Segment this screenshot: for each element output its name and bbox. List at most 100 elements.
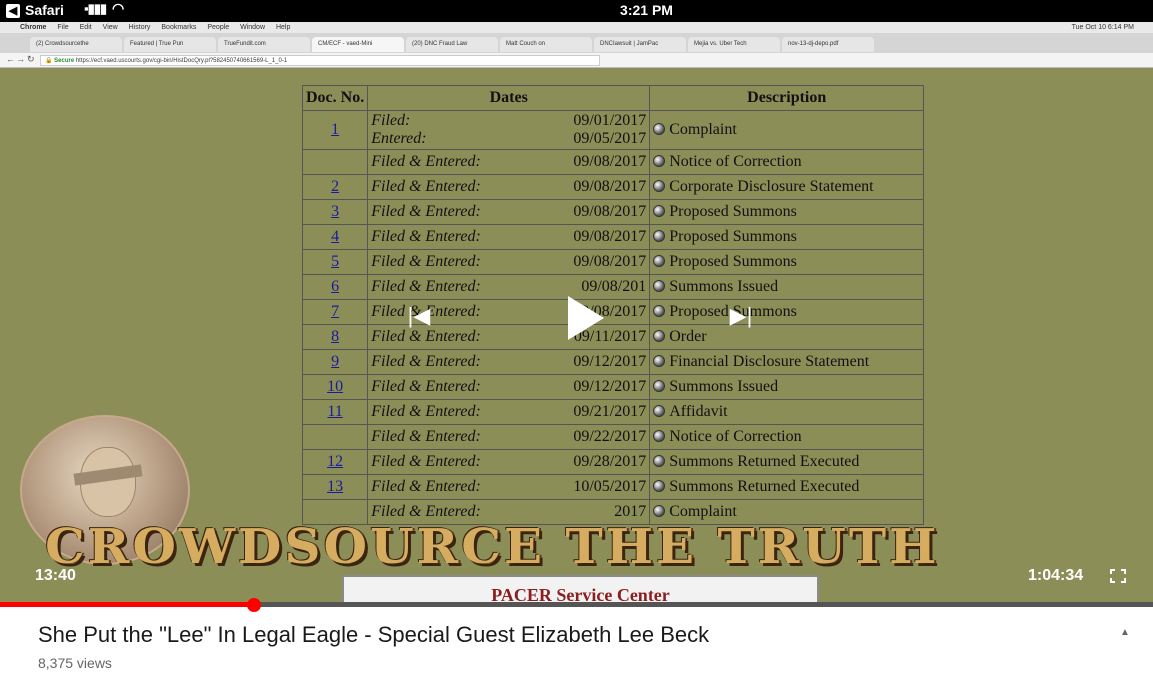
lock-icon: 🔒 <box>45 58 53 64</box>
date-label: Filed & Entered: <box>371 203 481 220</box>
document-icon[interactable] <box>653 380 666 392</box>
current-time: 13:40 <box>35 567 76 584</box>
doc-number-link[interactable]: 3 <box>301 199 369 225</box>
mac-menu-item: File <box>57 24 69 31</box>
doc-description: Proposed Summons <box>649 199 925 225</box>
document-icon[interactable] <box>653 455 666 467</box>
date-label: Filed & Entered: <box>371 403 481 420</box>
document-icon[interactable] <box>653 330 666 342</box>
date-line: Filed & Entered: 09/28/2017 <box>371 453 646 471</box>
skip-next-icon[interactable]: ▶| <box>726 303 756 329</box>
date-label: Filed & Entered: <box>371 278 481 295</box>
chevron-up-icon[interactable]: ▲ <box>1120 627 1132 639</box>
progress-scrubber[interactable] <box>246 598 261 612</box>
progress-played <box>0 602 254 607</box>
doc-number-link[interactable]: 8 <box>301 324 369 350</box>
document-icon[interactable] <box>653 180 666 192</box>
doc-number-link[interactable]: 4 <box>301 224 369 250</box>
doc-description: Notice of Correction <box>649 424 925 450</box>
date-line: Filed & Entered: 09/12/2017 <box>371 378 646 396</box>
mac-menu-item: Window <box>240 24 266 31</box>
progress-bar[interactable] <box>0 598 1153 612</box>
docket-row: 1 Filed: 09/01/2017 Entered: 09/05/2017 Compl… <box>301 110 925 150</box>
document-icon[interactable] <box>653 205 666 217</box>
date-value: 09/08/2017 <box>573 253 647 270</box>
description-text: Financial Disclosure Statement <box>669 353 870 370</box>
document-icon[interactable] <box>653 230 666 242</box>
date-line: Filed & Entered: 09/08/2017 <box>371 253 646 271</box>
address-field: 🔒 Secure https://ecf.vaed.uscourts.gov/c… <box>40 55 600 66</box>
mac-clock: Tue Oct 10 6:14 PM <box>1071 24 1134 31</box>
mac-menu-item: People <box>207 24 230 31</box>
date-line: Filed & Entered: 09/12/2017 <box>371 353 646 371</box>
date-value: 09/22/2017 <box>573 428 647 445</box>
document-icon[interactable] <box>653 305 666 317</box>
docket-row: 11 Filed & Entered: 09/21/2017 Affidavit <box>301 399 925 425</box>
docket-row: 9 Filed & Entered: 09/12/2017 Financial Dis… <box>301 349 925 375</box>
mac-menu-item: Bookmarks <box>161 24 197 31</box>
doc-number-link[interactable]: 10 <box>301 374 369 400</box>
browser-tab: (2) Crowdsourcethe <box>30 37 122 52</box>
docket-table: Doc. No. Dates Description 1 Filed: 09/01/… <box>301 85 925 525</box>
date-label: Filed: <box>371 112 411 129</box>
video-player[interactable]: Chrome File Edit View History Bookmarks … <box>0 22 1153 607</box>
date-line: Filed & Entered: 10/05/2017 <box>371 478 646 496</box>
document-icon[interactable] <box>653 280 666 292</box>
doc-dates: Filed & Entered: 09/08/201 <box>367 274 651 300</box>
recorded-chrome-tabstrip: (2) Crowdsourcethe Featured | True Pun Tru… <box>0 33 1153 53</box>
document-icon[interactable] <box>653 430 666 442</box>
doc-number-link[interactable]: 7 <box>301 299 369 325</box>
date-value: 10/05/2017 <box>573 478 647 495</box>
docket-row: 10 Filed & Entered: 09/12/2017 Summons Issu… <box>301 374 925 400</box>
browser-tab: nov-13-dj-depo.pdf <box>782 37 874 52</box>
date-label: Filed & Entered: <box>371 428 481 445</box>
date-label: Filed & Entered: <box>371 178 481 195</box>
docket-body: 1 Filed: 09/01/2017 Entered: 09/05/2017 Compl… <box>301 110 925 525</box>
docket-row: 6 Filed & Entered: 09/08/201 Summons Issued <box>301 274 925 300</box>
ios-status-bar: ◀ Safari ▪▮▮▮ ◠ 3:21 PM <box>0 0 1153 22</box>
browser-tab: Matt Couch on <box>500 37 592 52</box>
document-icon[interactable] <box>653 505 666 517</box>
doc-number-link[interactable]: 11 <box>301 399 369 425</box>
doc-number-link[interactable]: 1 <box>301 110 369 150</box>
doc-number-link[interactable]: 12 <box>301 449 369 475</box>
description-text: Proposed Summons <box>669 203 797 220</box>
description-text: Notice of Correction <box>669 428 802 445</box>
doc-description: Complaint <box>649 110 925 150</box>
mac-menu-item: Edit <box>79 24 92 31</box>
doc-number-link[interactable]: 9 <box>301 349 369 375</box>
description-text: Complaint <box>669 503 737 520</box>
skip-previous-icon[interactable]: |◀ <box>404 303 434 329</box>
document-icon[interactable] <box>653 255 666 267</box>
recorded-address-bar: ← → ↻ 🔒 Secure https://ecf.vaed.uscourts… <box>0 53 1153 68</box>
document-icon[interactable] <box>653 155 666 167</box>
doc-description: Notice of Correction <box>649 149 925 175</box>
date-line: Filed & Entered: 09/08/2017 <box>371 203 646 221</box>
doc-number-link[interactable]: 5 <box>301 249 369 275</box>
document-icon[interactable] <box>653 355 666 367</box>
doc-dates: Filed & Entered: 09/12/2017 <box>367 349 651 375</box>
date-label: Filed & Entered: <box>371 478 481 495</box>
play-icon[interactable] <box>566 294 606 342</box>
view-count: 8,375 views <box>38 655 112 671</box>
docket-row: 7 Filed & Entered: 09/08/2017 Proposed Summ… <box>301 299 925 325</box>
docket-row: 2 Filed & Entered: 09/08/2017 Corporate Dis… <box>301 174 925 200</box>
doc-number-link <box>301 424 369 450</box>
date-label: Entered: <box>371 130 427 147</box>
doc-number-link[interactable]: 6 <box>301 274 369 300</box>
browser-tab-active: CM/ECF - vaed-Mini <box>312 37 404 52</box>
status-time: 3:21 PM <box>620 2 673 18</box>
doc-dates: Filed & Entered: 09/08/2017 <box>367 224 651 250</box>
date-line: Filed & Entered: 09/08/2017 <box>371 153 646 171</box>
date-line: Filed & Entered: 09/08/2017 <box>371 178 646 196</box>
doc-number-link[interactable]: 2 <box>301 174 369 200</box>
document-icon[interactable] <box>653 123 666 135</box>
date-label: Filed & Entered: <box>371 328 481 345</box>
docket-row: 13 Filed & Entered: 10/05/2017 Summons Retu… <box>301 474 925 500</box>
date-line: Filed & Entered: 09/22/2017 <box>371 428 646 446</box>
fullscreen-icon[interactable] <box>1110 569 1126 583</box>
document-icon[interactable] <box>653 480 666 492</box>
url-text: https://ecf.vaed.uscourts.gov/cgi-bin/Hi… <box>75 58 288 64</box>
document-icon[interactable] <box>653 405 666 417</box>
doc-number-link[interactable]: 13 <box>301 474 369 500</box>
